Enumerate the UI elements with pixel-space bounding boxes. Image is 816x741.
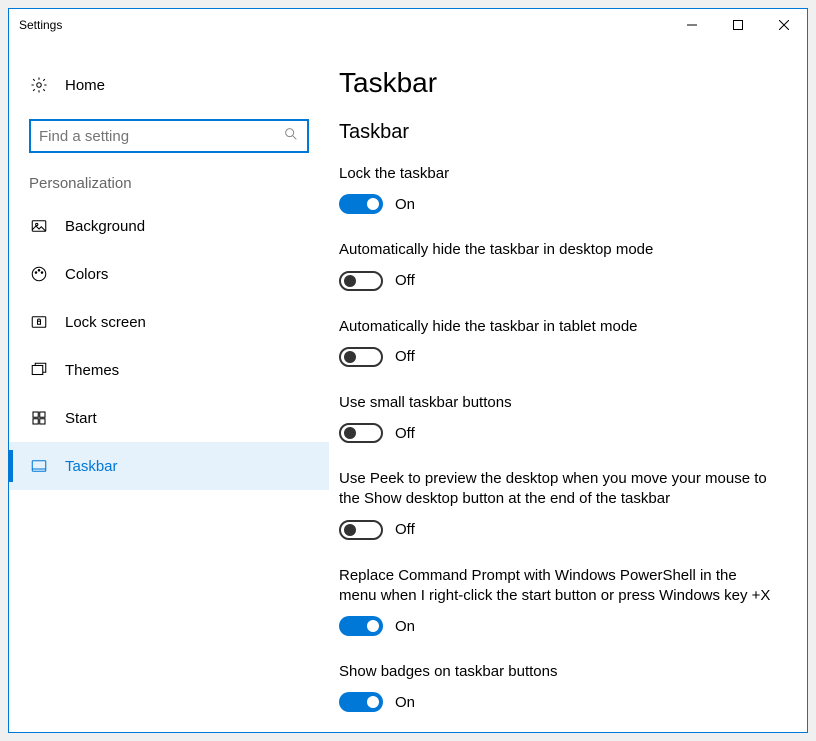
window-controls [669,9,807,41]
toggle-knob [367,198,379,210]
sidebar-item-colors[interactable]: Colors [9,250,329,298]
setting-label: Use small taskbar buttons [339,393,773,413]
sidebar-item-label: Start [65,410,97,427]
toggle-state-label: On [395,618,415,635]
titlebar: Settings [9,9,807,41]
search-box[interactable] [29,119,309,153]
setting-label: Use Peek to preview the desktop when you… [339,469,773,510]
main-panel: Taskbar Taskbar Lock the taskbar On Automa… [329,41,807,732]
page-title: Taskbar [339,67,773,99]
sidebar: Home Personalization Background Colo [9,41,329,732]
toggle-knob [344,427,356,439]
setting-item: Use Peek to preview the desktop when you… [339,469,773,540]
setting-item: Automatically hide the taskbar in deskto… [339,240,773,290]
setting-label: Lock the taskbar [339,164,773,184]
toggle-state-label: On [395,196,415,213]
palette-icon [29,264,49,284]
sidebar-item-lock-screen[interactable]: Lock screen [9,298,329,346]
setting-label: Automatically hide the taskbar in deskto… [339,240,773,260]
search-icon [283,126,299,147]
setting-label: Automatically hide the taskbar in tablet… [339,317,773,337]
toggle-row: On [339,616,773,636]
lock-screen-icon [29,312,49,332]
toggle-state-label: On [395,694,415,711]
toggle-row: On [339,194,773,214]
toggle-knob [344,524,356,536]
settings-list: Lock the taskbar On Automatically hide the… [339,164,773,732]
search-input[interactable] [39,128,283,145]
setting-item: Show badges on taskbar buttons On [339,662,773,712]
toggle-state-label: Off [395,425,415,442]
gear-icon [29,75,49,95]
setting-item: Lock the taskbar On [339,164,773,214]
home-link[interactable]: Home [9,65,329,105]
start-icon [29,408,49,428]
sidebar-item-taskbar[interactable]: Taskbar [9,442,329,490]
setting-label: Show badges on taskbar buttons [339,662,773,682]
toggle-state-label: Off [395,348,415,365]
sidebar-item-label: Taskbar [65,458,118,475]
window-title: Settings [19,18,669,32]
home-label: Home [65,77,105,94]
toggle-row: Off [339,423,773,443]
taskbar-icon [29,456,49,476]
sidebar-item-start[interactable]: Start [9,394,329,442]
sidebar-item-label: Themes [65,362,119,379]
category-label: Personalization [9,175,329,202]
section-title: Taskbar [339,121,773,144]
toggle-switch[interactable] [339,692,383,712]
toggle-switch[interactable] [339,423,383,443]
minimize-button[interactable] [669,9,715,41]
maximize-button[interactable] [715,9,761,41]
setting-item: Automatically hide the taskbar in tablet… [339,317,773,367]
sidebar-item-background[interactable]: Background [9,202,329,250]
setting-item: Replace Command Prompt with Windows Powe… [339,566,773,637]
toggle-knob [367,696,379,708]
toggle-switch[interactable] [339,271,383,291]
setting-label: Replace Command Prompt with Windows Powe… [339,566,773,607]
themes-icon [29,360,49,380]
toggle-state-label: Off [395,272,415,289]
toggle-switch[interactable] [339,616,383,636]
toggle-switch[interactable] [339,194,383,214]
toggle-state-label: Off [395,521,415,538]
settings-window: Settings Home [8,8,808,733]
toggle-knob [367,620,379,632]
toggle-row: Off [339,271,773,291]
toggle-knob [344,275,356,287]
sidebar-item-label: Background [65,218,145,235]
close-button[interactable] [761,9,807,41]
sidebar-item-label: Lock screen [65,314,146,331]
toggle-row: Off [339,347,773,367]
toggle-row: Off [339,520,773,540]
setting-item: Use small taskbar buttons Off [339,393,773,443]
sidebar-item-label: Colors [65,266,108,283]
content: Home Personalization Background Colo [9,41,807,732]
toggle-switch[interactable] [339,520,383,540]
toggle-knob [344,351,356,363]
picture-icon [29,216,49,236]
toggle-switch[interactable] [339,347,383,367]
sidebar-item-themes[interactable]: Themes [9,346,329,394]
toggle-row: On [339,692,773,712]
